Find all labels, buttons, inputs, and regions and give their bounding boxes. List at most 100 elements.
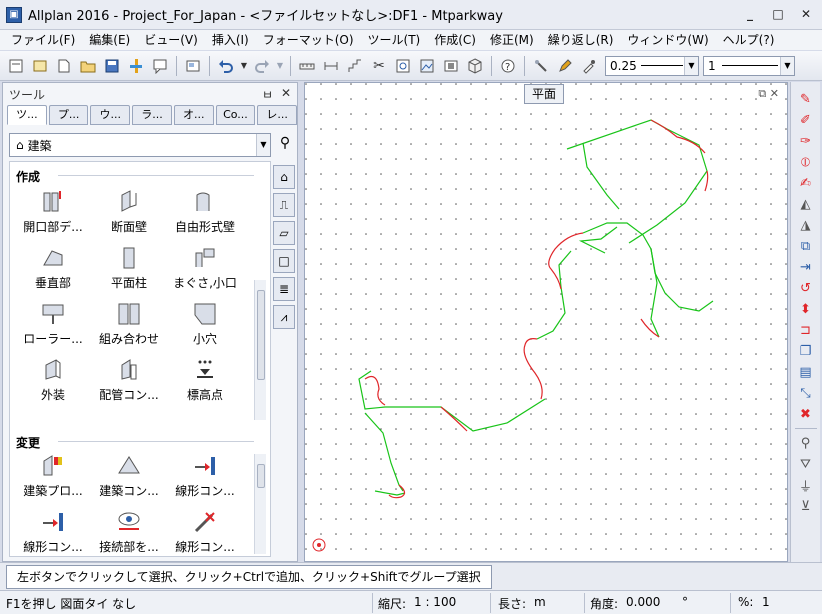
tool-elevation-point[interactable]: 標高点 bbox=[168, 356, 242, 403]
mirror-icon[interactable]: ⦶ bbox=[796, 153, 816, 171]
side-tool-architecture-icon[interactable]: ⌂ bbox=[273, 165, 295, 189]
close-button[interactable]: ✕ bbox=[798, 6, 814, 22]
pen-thickness-select[interactable]: 0.25 ▼ bbox=[605, 55, 699, 76]
tool-combination[interactable]: 組み合わせ bbox=[92, 300, 166, 347]
delete-icon[interactable]: ✖ bbox=[796, 405, 816, 423]
object-info-icon[interactable] bbox=[392, 55, 414, 77]
eraser-icon[interactable]: ✎ bbox=[796, 90, 816, 108]
save-icon[interactable] bbox=[101, 55, 123, 77]
triangle-icon[interactable]: ◭ bbox=[796, 195, 816, 213]
pen-red-icon[interactable]: ✐ bbox=[796, 111, 816, 129]
tool-plan-column[interactable]: 平面柱 bbox=[92, 244, 166, 291]
tab-layers[interactable]: レ... bbox=[257, 105, 298, 125]
print-preview-icon[interactable] bbox=[182, 55, 204, 77]
side-tool-layers-icon[interactable]: ≣ bbox=[273, 277, 295, 301]
tool-architecture-components[interactable]: 建築コン... bbox=[92, 452, 166, 499]
format-painter-icon[interactable] bbox=[530, 55, 552, 77]
tab-properties[interactable]: プ... bbox=[48, 105, 89, 125]
line-type-select[interactable]: 1 ▼ bbox=[703, 55, 795, 76]
dimension-icon[interactable] bbox=[320, 55, 342, 77]
offset-icon[interactable]: ⊐ bbox=[796, 321, 816, 339]
tab-objects[interactable]: オ... bbox=[173, 105, 214, 125]
menu-format[interactable]: フォーマット(O) bbox=[256, 30, 361, 50]
tab-connect[interactable]: Co... bbox=[215, 105, 256, 125]
color-pen-icon[interactable] bbox=[125, 55, 147, 77]
drawing-canvas[interactable]: ⧉ ✕ bbox=[304, 82, 788, 562]
3d-cube-icon[interactable] bbox=[464, 55, 486, 77]
eyedropper-icon[interactable] bbox=[578, 55, 600, 77]
array-icon[interactable]: ▤ bbox=[796, 363, 816, 381]
tool-linear-component-1[interactable]: 線形コン... bbox=[168, 452, 242, 499]
side-tool-slab-icon[interactable]: ▱ bbox=[273, 221, 295, 245]
new-file-icon[interactable] bbox=[5, 55, 27, 77]
minimize-button[interactable]: _ bbox=[742, 6, 758, 22]
filter-plus-icon[interactable]: ⏚ bbox=[796, 476, 816, 495]
side-tool-box-icon[interactable]: □ bbox=[273, 249, 295, 273]
menu-file[interactable]: ファイル(F) bbox=[4, 30, 82, 50]
stairs-icon[interactable] bbox=[344, 55, 366, 77]
maximize-button[interactable]: □ bbox=[770, 6, 786, 22]
status-angle-value[interactable]: 0.000 bbox=[626, 595, 660, 609]
tool-vertical[interactable]: 垂直部 bbox=[16, 244, 90, 291]
tool-cladding[interactable]: 外装 bbox=[16, 356, 90, 403]
find-tool-icon[interactable]: ⚲ bbox=[275, 135, 295, 155]
allplan-app-icon[interactable]: ▣ bbox=[6, 6, 22, 23]
mirror-triangle-icon[interactable]: ◮ bbox=[796, 216, 816, 234]
tool-pipe-component[interactable]: 配管コン... bbox=[92, 356, 166, 403]
menu-view[interactable]: ビュー(V) bbox=[137, 30, 205, 50]
menu-repeat[interactable]: 繰り返し(R) bbox=[541, 30, 621, 50]
tool-linear-component-3[interactable]: 線形コン... bbox=[168, 508, 242, 555]
menu-insert[interactable]: 挿入(I) bbox=[205, 30, 256, 50]
modify-scrollbar[interactable] bbox=[254, 454, 266, 554]
open-folder-icon[interactable] bbox=[77, 55, 99, 77]
tool-linear-component-2[interactable]: 線形コン... bbox=[16, 508, 90, 555]
duplicate-icon[interactable]: ❐ bbox=[796, 342, 816, 360]
line-dropdown-arrow-icon[interactable]: ▼ bbox=[780, 56, 794, 75]
animation-icon[interactable] bbox=[440, 55, 462, 77]
pencil-icon[interactable] bbox=[554, 55, 576, 77]
filter-all-icon[interactable]: ⊻ bbox=[796, 497, 816, 515]
undo-icon[interactable] bbox=[215, 55, 237, 77]
tool-architecture-properties[interactable]: 建築プロ... bbox=[16, 452, 90, 499]
tool-connection[interactable]: 接続部を... bbox=[92, 508, 166, 555]
tab-library[interactable]: ラ... bbox=[132, 105, 172, 125]
copy-icon[interactable]: ⧉ bbox=[796, 237, 816, 255]
tool-freeform-wall[interactable]: 自由形式壁 bbox=[168, 188, 242, 235]
menu-edit[interactable]: 編集(E) bbox=[82, 30, 137, 50]
render-icon[interactable] bbox=[416, 55, 438, 77]
pen-dropdown-arrow-icon[interactable]: ▼ bbox=[684, 56, 698, 75]
status-percent-value[interactable]: 1 bbox=[762, 595, 770, 609]
create-scrollbar[interactable] bbox=[254, 280, 266, 420]
redo-dropdown-icon[interactable]: ▼ bbox=[275, 55, 285, 77]
category-select[interactable]: ⌂ 建築 ▼ bbox=[9, 133, 271, 157]
pick-icon[interactable]: ⚲ bbox=[796, 434, 816, 452]
tab-tools[interactable]: ツ... bbox=[7, 105, 47, 125]
help-icon[interactable]: ? bbox=[497, 55, 519, 77]
scale-icon[interactable]: ⤡ bbox=[796, 384, 816, 402]
pen-tool-icon[interactable]: ✑ bbox=[796, 132, 816, 150]
cut-icon[interactable]: ✂ bbox=[368, 55, 390, 77]
pin-icon[interactable]: ㅂ bbox=[262, 86, 273, 103]
move-icon[interactable]: ⇥ bbox=[796, 258, 816, 276]
undo-dropdown-icon[interactable]: ▼ bbox=[239, 55, 249, 77]
category-dropdown-arrow-icon[interactable]: ▼ bbox=[256, 134, 270, 156]
menu-window[interactable]: ウィンドウ(W) bbox=[620, 30, 715, 50]
side-tool-wall-icon[interactable]: ⎍ bbox=[273, 193, 295, 217]
stretch-icon[interactable]: ⬍ bbox=[796, 300, 816, 318]
menu-modify[interactable]: 修正(M) bbox=[483, 30, 541, 50]
modify-scrollbar-thumb[interactable] bbox=[257, 464, 265, 488]
tool-section-wall[interactable]: 断面壁 bbox=[92, 188, 166, 235]
layer-icon[interactable] bbox=[29, 55, 51, 77]
redo-icon[interactable] bbox=[251, 55, 273, 77]
rotate-icon[interactable]: ↺ bbox=[796, 279, 816, 297]
palette-close-button[interactable]: ✕ bbox=[281, 86, 291, 100]
status-scale-value[interactable]: 1 : 100 bbox=[414, 595, 456, 609]
new-document-icon[interactable] bbox=[53, 55, 75, 77]
menu-create[interactable]: 作成(C) bbox=[427, 30, 483, 50]
tool-opening-design[interactable]: 開口部デ... bbox=[16, 188, 90, 235]
measure-icon[interactable] bbox=[296, 55, 318, 77]
filter-icon[interactable]: ⛛ bbox=[796, 455, 816, 473]
menu-tools[interactable]: ツール(T) bbox=[361, 30, 428, 50]
view-controls[interactable]: ⧉ ✕ bbox=[758, 87, 779, 101]
menu-help[interactable]: ヘルプ(?) bbox=[716, 30, 782, 50]
